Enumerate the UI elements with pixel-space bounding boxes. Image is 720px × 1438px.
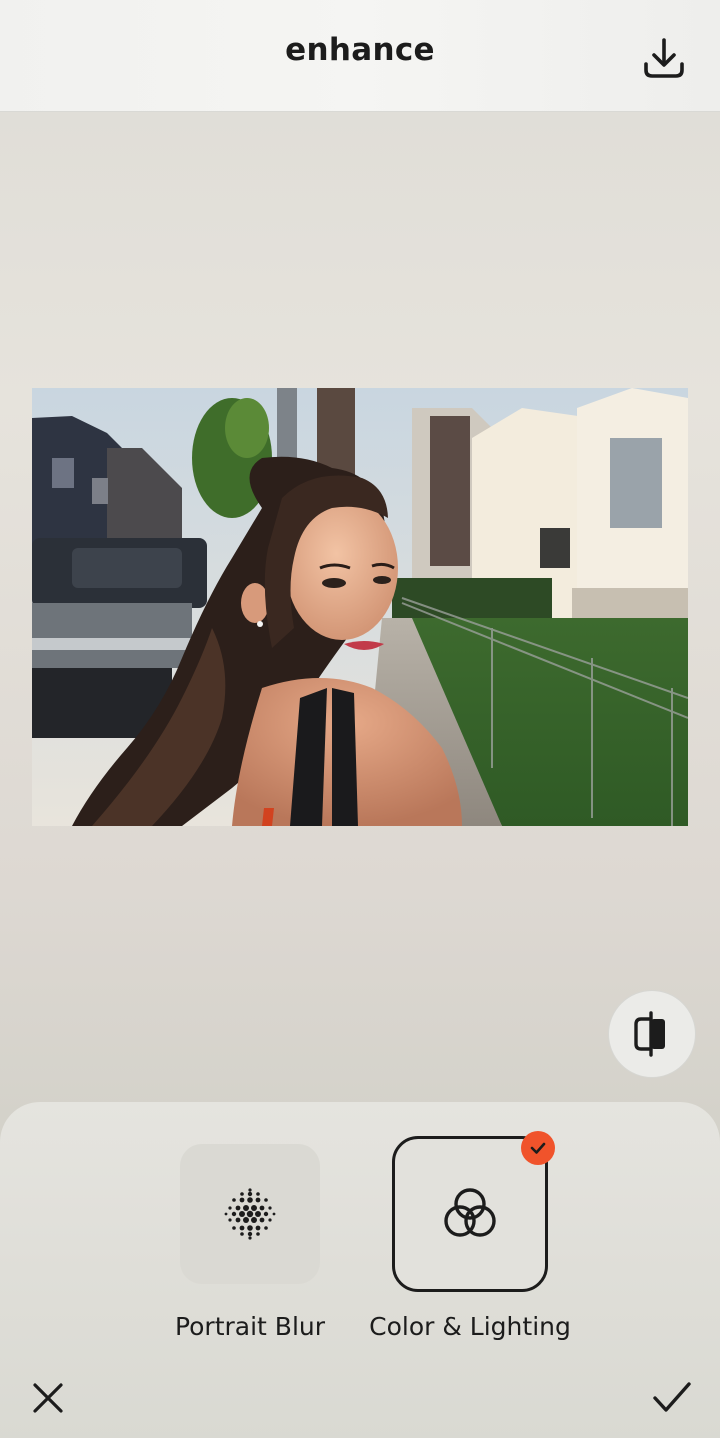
photo-image — [32, 388, 688, 826]
dot-grid-icon — [224, 1188, 276, 1240]
top-bar: enhance — [0, 0, 720, 112]
close-icon — [33, 1383, 63, 1413]
interlocking-circles-icon — [444, 1188, 496, 1237]
checkmark-icon — [653, 1382, 691, 1412]
check-badge-icon — [530, 1142, 546, 1154]
portrait-blur-label: Portrait Blur — [174, 1312, 326, 1341]
enhance-screen: enhance Portrait Blur Color & Lighting — [0, 0, 720, 1438]
tools-sheet: Portrait Blur Color & Lighting — [0, 1102, 720, 1438]
compare-split-icon — [634, 1011, 665, 1057]
apply-button[interactable] — [648, 1374, 696, 1422]
cancel-button[interactable] — [24, 1374, 72, 1422]
download-icon — [644, 38, 684, 78]
portrait-blur-tile[interactable] — [180, 1144, 320, 1284]
color-lighting-label: Color & Lighting — [369, 1312, 571, 1341]
portrait-photo[interactable] — [32, 388, 688, 826]
tool-color-lighting[interactable]: Color & Lighting — [362, 1128, 578, 1352]
compare-button[interactable] — [608, 990, 696, 1078]
selected-badge — [521, 1131, 555, 1165]
page-title: enhance — [285, 32, 435, 68]
download-button[interactable] — [636, 30, 692, 86]
tool-portrait-blur[interactable]: Portrait Blur — [170, 1142, 330, 1352]
